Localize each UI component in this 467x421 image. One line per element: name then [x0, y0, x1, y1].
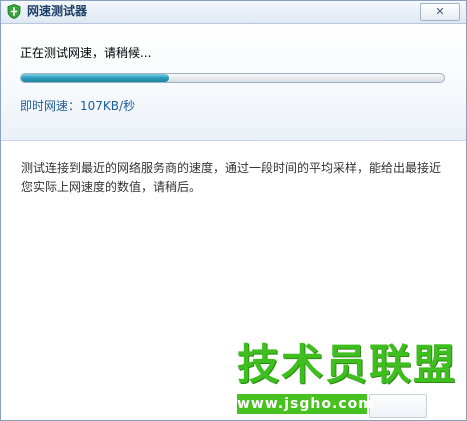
watermark: 技术员联盟 www.jsgho.com — [237, 340, 463, 420]
speed-test-window: 网速测试器 ✕ 正在测试网速，请稍候... 即时网速：107KB/秒 测试连接到… — [0, 0, 467, 421]
title-bar[interactable]: 网速测试器 ✕ — [1, 1, 466, 24]
speed-value: 107KB/秒 — [80, 99, 136, 113]
speed-readout: 即时网速：107KB/秒 — [20, 97, 135, 114]
progress-bar-fill — [21, 74, 170, 82]
close-icon: ✕ — [435, 5, 445, 18]
progress-panel: 正在测试网速，请稍候... 即时网速：107KB/秒 — [1, 24, 466, 141]
shield-icon — [7, 4, 21, 19]
window-title: 网速测试器 — [27, 4, 88, 18]
progress-bar — [20, 73, 445, 83]
watermark-url: www.jsgho.com — [237, 394, 374, 414]
status-text: 正在测试网速，请稍候... — [20, 46, 152, 60]
watermark-brand: 技术员联盟 — [237, 340, 458, 389]
speed-label: 即时网速： — [20, 99, 81, 113]
description-text: 测试连接到最近的网络服务商的速度，通过一段时间的平均采样，能给出最接近您实际上网… — [21, 161, 442, 194]
close-button[interactable]: ✕ — [420, 3, 460, 21]
